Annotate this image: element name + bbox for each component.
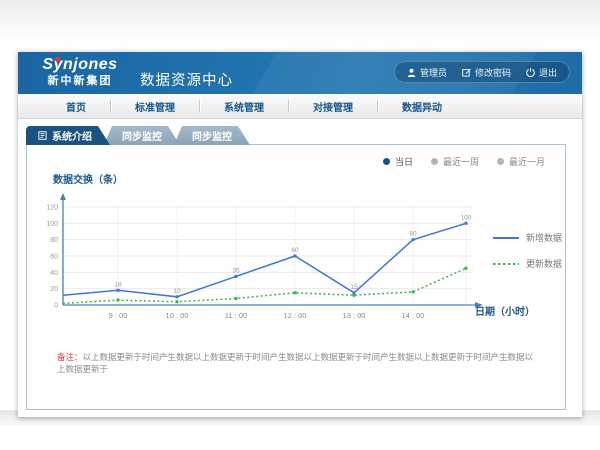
footnote: 备注：以上数据更新于时间产生数据以上数据更新于时间产生数据以上数据更新于时间产生… [57,351,541,375]
footnote-label: 备注： [57,352,83,362]
nav-item-system-mgmt[interactable]: 系统管理 [200,99,288,114]
legend-item-new-data[interactable]: 新增数据 [493,231,562,244]
svg-text:100: 100 [46,221,58,228]
logout-button[interactable]: 退出 [526,66,557,79]
document-icon [38,131,47,140]
svg-text:9 : 00: 9 : 00 [109,311,128,320]
legend-line-dotted-icon [493,259,519,269]
tab-label: 同步监控 [122,128,162,143]
chart-legend: 新增数据 更新数据 [493,231,562,270]
user-name-button[interactable]: 管理员 [407,66,447,79]
svg-text:80: 80 [50,237,58,244]
footnote-text: 以上数据更新于时间产生数据以上数据更新于时间产生数据以上数据更新于时间产生数据以… [57,352,533,374]
svg-text:100: 100 [461,214,472,221]
svg-text:15: 15 [350,284,358,291]
user-menu: 管理员 修改密码 退出 [394,61,570,83]
brand-logo-chinese: 新中新集团 [32,74,128,88]
radio-dot [497,158,504,165]
svg-text:13 : 00: 13 : 00 [343,311,366,320]
logout-label: 退出 [539,66,557,79]
svg-text:35: 35 [232,267,240,274]
legend-label: 新增数据 [526,231,562,244]
legend-line-solid-icon [493,233,519,243]
svg-text:120: 120 [46,205,58,212]
radio-today[interactable]: 当日 [383,155,413,168]
tab-bar: 系统介绍 同步监控 同步监控 [26,126,242,145]
radio-last-week[interactable]: 最近一周 [431,155,479,168]
page-title: 数据资源中心 [140,69,233,90]
line-chart: 0 20 40 60 80 100 120 9 : 00 10 : 00 11 : 00 12 : … [43,185,493,325]
radio-dot [431,158,438,165]
user-icon [407,68,416,77]
x-axis-title: 日期（小时） [475,303,535,318]
svg-text:18: 18 [114,281,122,288]
nav-item-data-change[interactable]: 数据异动 [378,99,466,114]
radio-dot [383,158,390,165]
svg-text:60: 60 [50,254,58,261]
svg-text:40: 40 [50,270,58,277]
svg-text:10 : 00: 10 : 00 [166,311,189,320]
svg-text:60: 60 [291,247,299,254]
edit-icon [462,68,471,77]
radio-label: 最近一月 [509,155,545,168]
nav-item-home[interactable]: 首页 [42,99,110,114]
svg-text:14 : 00: 14 : 00 [402,311,425,320]
change-password-button[interactable]: 修改密码 [462,66,511,79]
user-name-label: 管理员 [420,66,447,79]
y-axis-title: 数据交换（条） [53,171,123,186]
tab-system-intro[interactable]: 系统介绍 [26,126,110,145]
nav-item-interface-mgmt[interactable]: 对接管理 [289,99,377,114]
tab-label: 系统介绍 [52,128,92,143]
change-password-label: 修改密码 [475,66,511,79]
app-window: Synjones 新中新集团 数据资源中心 管理员 修改密码 [18,52,582,417]
tab-sync-monitor-1[interactable]: 同步监控 [102,126,180,145]
page-background-top [0,0,600,42]
svg-text:80: 80 [409,231,417,238]
brand-logo-text: Synjones [32,56,128,74]
tab-label: 同步监控 [192,128,232,143]
svg-text:12 : 00: 12 : 00 [284,311,307,320]
main-nav: 首页 标准管理 系统管理 对接管理 数据异动 [18,94,582,119]
radio-label: 最近一周 [443,155,479,168]
power-icon [526,68,535,77]
svg-text:20: 20 [50,286,58,293]
time-range-filter: 当日 最近一周 最近一月 [383,155,545,168]
content-panel: 当日 最近一周 最近一月 数据交换（条） 0 20 40 60 80 100 120 9 : … [26,144,566,410]
tab-sync-monitor-2[interactable]: 同步监控 [172,126,250,145]
nav-item-standard-mgmt[interactable]: 标准管理 [111,99,199,114]
brand-logo: Synjones 新中新集团 [32,56,128,88]
svg-text:0: 0 [54,303,58,310]
svg-text:11 : 00: 11 : 00 [225,311,247,320]
svg-text:10: 10 [173,288,181,295]
legend-label: 更新数据 [526,257,562,270]
legend-item-update-data[interactable]: 更新数据 [493,257,562,270]
radio-last-month[interactable]: 最近一月 [497,155,545,168]
app-header: Synjones 新中新集团 数据资源中心 管理员 修改密码 [18,52,582,94]
radio-label: 当日 [395,155,413,168]
